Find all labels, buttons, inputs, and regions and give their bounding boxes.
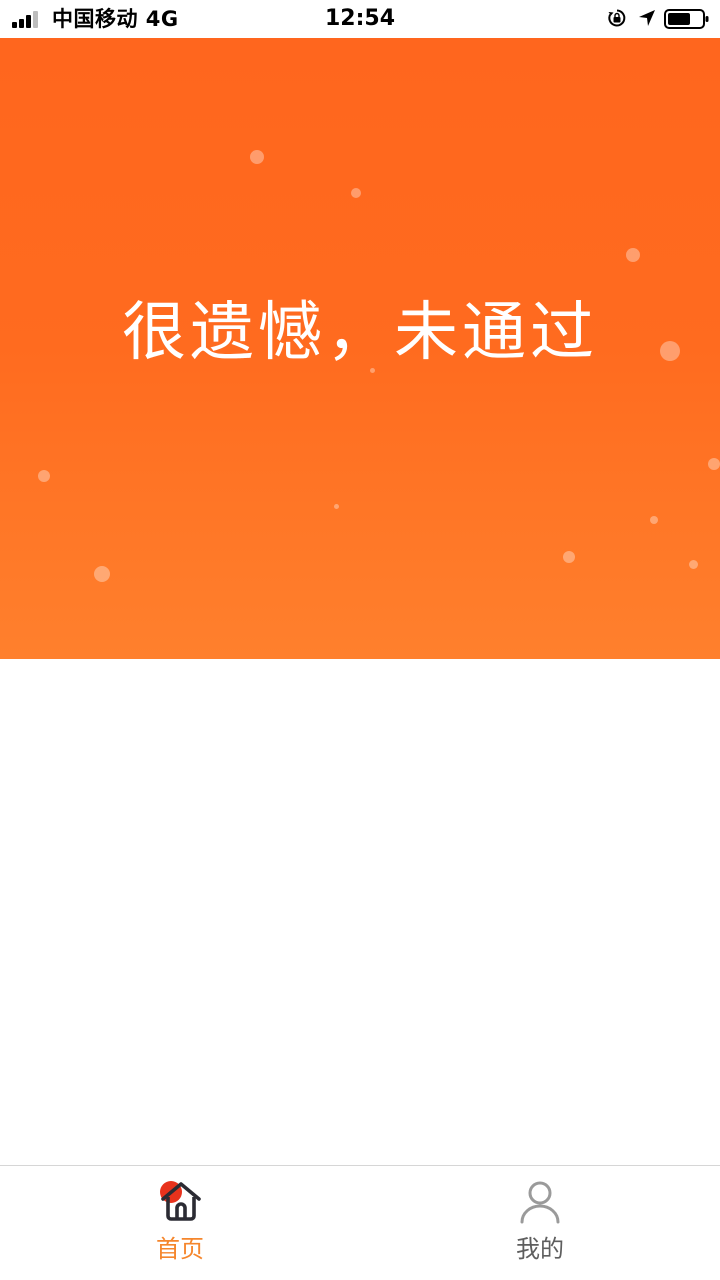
decor-particle — [563, 551, 575, 563]
tab-home[interactable]: 首页 — [0, 1166, 360, 1280]
tab-mine-label: 我的 — [516, 1235, 564, 1263]
bottom-tab-bar: 首页 我的 — [0, 1165, 720, 1280]
decor-particle — [334, 504, 339, 509]
decor-particle — [94, 566, 110, 582]
rotation-lock-icon — [608, 9, 626, 27]
signal-icon — [12, 10, 44, 28]
decor-particle — [626, 248, 640, 262]
decor-particle — [38, 470, 50, 482]
tab-mine[interactable]: 我的 — [360, 1166, 720, 1280]
result-banner: 很遗憾，未通过 — [0, 38, 720, 659]
status-bar: 中国移动 4G 12:54 — [0, 0, 720, 38]
tab-home-label: 首页 — [156, 1235, 204, 1263]
decor-particle — [650, 516, 658, 524]
location-icon — [639, 10, 655, 26]
user-icon — [520, 1181, 560, 1224]
decor-particle — [708, 458, 720, 470]
decor-particle — [351, 188, 361, 198]
decor-particle — [250, 150, 264, 164]
battery-icon — [664, 9, 709, 29]
carrier-label: 中国移动 4G — [52, 7, 179, 31]
screen: 中国移动 4G 12:54 很遗憾，未通过 首页 我的 — [0, 0, 720, 1280]
result-message: 很遗憾，未通过 — [122, 296, 598, 370]
decor-particle — [689, 560, 698, 569]
home-icon — [160, 1181, 201, 1221]
